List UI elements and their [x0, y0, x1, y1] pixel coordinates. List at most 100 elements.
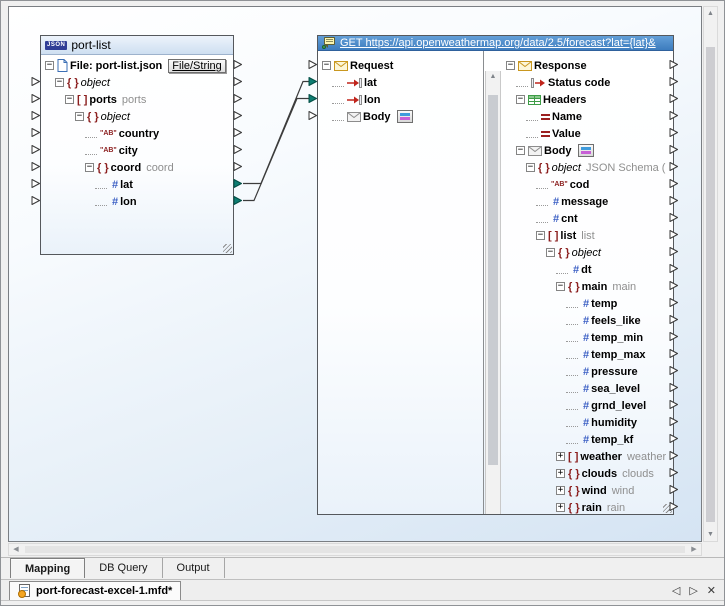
tree-node-object[interactable]: −{ }object: [41, 74, 233, 91]
connector-in-coord[interactable]: [31, 162, 41, 171]
tree-node-lat[interactable]: #lat: [41, 176, 233, 193]
connector-out-cnt[interactable]: [669, 213, 679, 222]
expand-icon[interactable]: +: [556, 503, 565, 512]
connector-out-weather[interactable]: [669, 451, 679, 460]
connector-in-country[interactable]: [31, 128, 41, 137]
vertical-scrollbar-thumb[interactable]: [706, 47, 715, 522]
collapse-icon[interactable]: −: [75, 112, 84, 121]
connector-out-name[interactable]: [669, 111, 679, 120]
left-component-titlebar[interactable]: JSON port-list: [41, 36, 233, 55]
tree-node-cod[interactable]: "AB"cod: [502, 176, 673, 193]
connector-out-feels-like[interactable]: [669, 315, 679, 324]
connector-out-dt[interactable]: [669, 264, 679, 273]
webservice-titlebar[interactable]: GET https://api.openweathermap.org/data/…: [318, 36, 673, 51]
connector-out-status-code[interactable]: [669, 77, 679, 86]
tree-node-grnd-level[interactable]: #grnd_level: [502, 397, 673, 414]
tree-node-list[interactable]: −[ ]listlist: [502, 227, 673, 244]
webservice-component[interactable]: GET https://api.openweathermap.org/data/…: [317, 35, 674, 515]
canvas-horizontal-scrollbar[interactable]: ◀ ▶: [8, 543, 702, 556]
tree-node-city[interactable]: "AB"city: [41, 142, 233, 159]
connector-out-pressure[interactable]: [669, 366, 679, 375]
tree-node-request[interactable]: −Request: [318, 57, 483, 74]
tree-node-country[interactable]: "AB"country: [41, 125, 233, 142]
collapse-icon[interactable]: −: [55, 78, 64, 87]
collapse-icon[interactable]: −: [526, 163, 535, 172]
tree-node-cnt[interactable]: #cnt: [502, 210, 673, 227]
collapse-icon[interactable]: −: [85, 163, 94, 172]
connector-out-lon[interactable]: [233, 196, 243, 205]
connector-in-ports[interactable]: [31, 94, 41, 103]
tree-node-weather[interactable]: +[ ]weatherweather: [502, 448, 673, 465]
collapse-icon[interactable]: −: [45, 61, 54, 70]
tree-node-pressure[interactable]: #pressure: [502, 363, 673, 380]
collapse-icon[interactable]: −: [516, 95, 525, 104]
connector-out-temp-max[interactable]: [669, 349, 679, 358]
expand-icon[interactable]: +: [556, 452, 565, 461]
connector-in-lat[interactable]: [31, 179, 41, 188]
tree-node-temp[interactable]: #temp: [502, 295, 673, 312]
tree-node-lon[interactable]: #lon: [41, 193, 233, 210]
connector-out-temp-kf[interactable]: [669, 434, 679, 443]
connector-in-object[interactable]: [31, 111, 41, 120]
tree-node-wind[interactable]: +{ }windwind: [502, 482, 673, 499]
tree-node-value[interactable]: Value: [502, 125, 673, 142]
expand-icon[interactable]: +: [556, 469, 565, 478]
connector-out-object[interactable]: [233, 111, 243, 120]
scroll-down-icon[interactable]: ▼: [704, 529, 717, 540]
connector-out-country[interactable]: [233, 128, 243, 137]
tree-node-body[interactable]: −Body: [502, 142, 673, 159]
webservice-url[interactable]: GET https://api.openweathermap.org/data/…: [340, 37, 656, 49]
collapse-icon[interactable]: −: [506, 61, 515, 70]
scroll-left-icon[interactable]: ◀: [9, 544, 23, 555]
connection-lon[interactable]: [243, 99, 310, 201]
next-tab-icon[interactable]: ▷: [689, 584, 697, 597]
tree-node-status-code[interactable]: Status code: [502, 74, 673, 91]
tree-node-clouds[interactable]: +{ }cloudsclouds: [502, 465, 673, 482]
connector-in-request-body[interactable]: [308, 111, 318, 120]
connector-out-ports[interactable]: [233, 94, 243, 103]
tree-node-message[interactable]: #message: [502, 193, 673, 210]
connector-out-file-port-list-json[interactable]: [233, 60, 243, 69]
connector-out-grnd-level[interactable]: [669, 400, 679, 409]
tree-node-object[interactable]: −{ }object: [502, 244, 673, 261]
resize-grip-icon[interactable]: [223, 244, 232, 253]
connector-out-object[interactable]: [233, 77, 243, 86]
component-scrollbar-thumb[interactable]: [488, 95, 498, 465]
body-format-button[interactable]: [397, 110, 413, 123]
left-component-port-list[interactable]: JSON port-list −File: port-list.jsonFile…: [40, 35, 234, 255]
collapse-icon[interactable]: −: [536, 231, 545, 240]
connector-out-message[interactable]: [669, 196, 679, 205]
connector-out-humidity[interactable]: [669, 417, 679, 426]
connector-out-response[interactable]: [669, 60, 679, 69]
connector-in-lon[interactable]: [31, 196, 41, 205]
tree-node-sea-level[interactable]: #sea_level: [502, 380, 673, 397]
tree-node-lon[interactable]: lon: [318, 91, 483, 108]
tab-db-query[interactable]: DB Query: [85, 558, 162, 578]
canvas-vertical-scrollbar[interactable]: ▲ ▼: [703, 6, 718, 542]
connector-out-clouds[interactable]: [669, 468, 679, 477]
scroll-up-icon[interactable]: ▲: [486, 71, 500, 82]
close-tab-icon[interactable]: ✕: [707, 584, 716, 597]
tree-node-body[interactable]: Body: [318, 108, 483, 125]
scroll-right-icon[interactable]: ▶: [687, 544, 701, 555]
tree-node-temp-kf[interactable]: #temp_kf: [502, 431, 673, 448]
expand-icon[interactable]: +: [556, 486, 565, 495]
tree-node-headers[interactable]: −Headers: [502, 91, 673, 108]
horizontal-scrollbar-thumb[interactable]: [25, 546, 685, 553]
connector-out-cod[interactable]: [669, 179, 679, 188]
collapse-icon[interactable]: −: [546, 248, 555, 257]
tree-node-rain[interactable]: +{ }rainrain: [502, 499, 673, 514]
scroll-up-icon[interactable]: ▲: [704, 8, 717, 19]
tree-node-main[interactable]: −{ }mainmain: [502, 278, 673, 295]
connector-out-object[interactable]: [669, 162, 679, 171]
connector-out-list[interactable]: [669, 230, 679, 239]
tree-node-temp-max[interactable]: #temp_max: [502, 346, 673, 363]
tree-node-dt[interactable]: #dt: [502, 261, 673, 278]
connector-out-lat[interactable]: [233, 179, 243, 188]
tree-node-temp-min[interactable]: #temp_min: [502, 329, 673, 346]
tree-node-ports[interactable]: −[ ]portsports: [41, 91, 233, 108]
connector-in-city[interactable]: [31, 145, 41, 154]
connector-in-request-lon[interactable]: [308, 94, 318, 103]
tree-node-lat[interactable]: lat: [318, 74, 483, 91]
connector-out-sea-level[interactable]: [669, 383, 679, 392]
